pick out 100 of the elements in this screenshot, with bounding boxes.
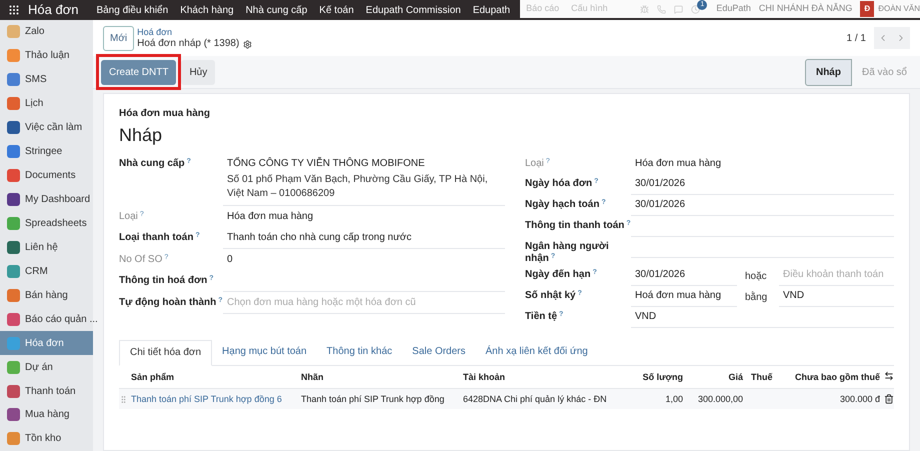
sidebar-item[interactable]: Liên hệ <box>0 235 93 260</box>
column-header[interactable]: Số lượng <box>613 371 683 383</box>
tab[interactable]: Sale Orders <box>402 340 476 365</box>
status-step[interactable]: Nháp <box>804 58 852 86</box>
field-input[interactable]: Hóa đơn mua hàng <box>223 207 505 227</box>
field-label: Nhà cung cấp $^{?}$ <box>119 158 191 169</box>
field-label: bằng <box>745 290 768 305</box>
field-label: Số nhật ký $^{?}$ <box>525 290 582 301</box>
sidebar-item[interactable]: Spreadsheets <box>0 212 93 236</box>
table-cell-text: 1,00 <box>664 393 683 405</box>
help-mark: ? <box>626 220 631 226</box>
help-mark: ? <box>218 296 223 304</box>
field-label: Thông tin hoá đơn $^{?}$ <box>119 275 214 286</box>
field-label: Ngày hạch toán $^{?}$ <box>525 199 606 210</box>
field-label: Ngày đến hạn $^{?}$ <box>525 269 597 280</box>
table-cell-text: 300.000,00 <box>696 393 743 405</box>
menu-item[interactable]: Bảng điều khiển <box>90 2 174 18</box>
tab[interactable]: Chi tiết hóa đơn <box>119 340 212 366</box>
columns-toggle-icon[interactable] <box>884 371 894 381</box>
table-cell-text: 6428DNA Chi phí quản lý khác - ĐN <box>463 393 608 405</box>
field-label: Thông tin thanh toán $^{?}$ <box>525 220 631 231</box>
column-header[interactable]: Giá <box>683 371 743 383</box>
field-label: Loại $^{?}$ <box>525 158 550 169</box>
sidebar-item[interactable]: Lịch <box>0 92 93 116</box>
next-button[interactable] <box>892 27 910 49</box>
table-cell-text: Thanh toán phí SIP Trunk hợp đồng <box>301 393 446 405</box>
tab[interactable]: Ánh xạ liên kết đối ứng <box>476 340 598 365</box>
help-mark: ? <box>550 252 556 260</box>
field-input[interactable]: 30/01/2026 <box>631 174 894 195</box>
pager: 1 / 1 <box>846 32 866 46</box>
sidebar-item[interactable]: Dự án <box>0 355 93 380</box>
sidebar-item[interactable]: Bán hàng <box>0 283 93 308</box>
sidebar-item[interactable]: Việc cần làm <box>0 116 93 140</box>
sidebar-item[interactable]: Stringee <box>0 140 93 164</box>
field-input[interactable]: 30/01/2026 <box>631 265 737 286</box>
action-button[interactable]: Create DNTT <box>101 60 176 85</box>
table-cell-text: 300.000 đ <box>838 393 880 405</box>
field-input[interactable]: TỔNG CÔNG TY VIỄN THÔNG MOBIFONE Số 01 phố Phạm Văn Bạch, Phường Cầu Giấy, TP Hà Nội, Việt Nam – 0100686209 <box>223 154 505 206</box>
sidebar-item[interactable]: Zalo <box>0 20 93 44</box>
phone-icon[interactable] <box>657 4 666 14</box>
menu-item[interactable]: Edupath <box>466 2 516 18</box>
field-input[interactable]: Thanh toán cho nhà cung cấp trong nước <box>223 228 505 249</box>
menu-item[interactable]: Edupath Commission <box>360 2 467 18</box>
column-header[interactable]: Sản phẩm <box>119 371 301 383</box>
settings-icon[interactable] <box>243 40 252 48</box>
field-label: Ngân hàng người nhận $^{?}$ <box>525 241 609 264</box>
menu-item[interactable]: Kế toán <box>313 2 360 18</box>
help-mark: ? <box>164 254 168 260</box>
help-mark: ? <box>209 274 214 282</box>
field-label: hoặc <box>745 270 768 284</box>
help-mark: ? <box>140 210 144 218</box>
drag-handle-icon[interactable] <box>119 394 128 404</box>
sidebar-item[interactable]: Hóa đơn <box>0 331 93 356</box>
sidebar-item[interactable]: SMS <box>0 68 93 92</box>
table-cell-text: Thanh toán phí SIP Trunk hợp đồng 6 <box>131 393 283 405</box>
help-mark: ? <box>594 178 598 184</box>
sidebar-item[interactable]: Tồn kho <box>0 426 93 451</box>
menu-item[interactable]: Nhà cung cấp <box>240 2 314 18</box>
form-subtitle: Hóa đơn mua hàng <box>119 108 212 120</box>
help-mark: ? <box>195 232 200 238</box>
bug-icon[interactable] <box>640 4 650 14</box>
record-title: Hoá đơn nháp (* 1398) <box>137 38 240 50</box>
menu-item[interactable]: Khách hàng <box>174 2 240 18</box>
field-input[interactable]: Hoá đơn mua hàng <box>631 286 737 307</box>
user-avatar[interactable]: Đ <box>860 1 874 17</box>
breadcrumb-link[interactable]: Hoá đơn <box>137 26 252 38</box>
previous-button[interactable] <box>874 27 892 49</box>
tab[interactable]: Hạng mục bút toán <box>212 340 317 365</box>
field-input[interactable]: VND <box>779 286 894 307</box>
chat-icon[interactable] <box>674 4 684 14</box>
new-button[interactable]: Mới <box>103 26 134 50</box>
help-mark: ? <box>186 158 191 164</box>
field-label: Loại thanh toán $^{?}$ <box>119 232 200 243</box>
field-input[interactable]: VND <box>631 307 894 328</box>
app-title[interactable]: Hóa đơn <box>28 0 78 20</box>
field-label: No Of SO $^{?}$ <box>119 254 168 265</box>
help-mark: ? <box>546 158 550 164</box>
field-input[interactable]: 0 <box>223 250 505 270</box>
apps-icon[interactable] <box>8 4 20 16</box>
table-row[interactable]: Thanh toán phí SIP Trunk hợp đồng 6 Thanh toán phí SIP Trunk hợp đồng 6428DNA Chi phí quản lý khác - ĐN 1,00 300.000,00 300.000 đ <box>119 389 894 409</box>
delete-icon[interactable] <box>884 394 894 404</box>
sidebar-item[interactable]: Thảo luận <box>0 44 93 68</box>
sidebar-item[interactable]: Documents <box>0 164 93 188</box>
sidebar-item[interactable]: My Dashboard <box>0 188 93 212</box>
field-label: Loại $^{?}$ <box>119 211 144 222</box>
field-input[interactable]: Hóa đơn mua hàng <box>631 154 894 174</box>
sidebar-item[interactable]: Mua hàng <box>0 403 93 427</box>
sidebar-item[interactable]: CRM <box>0 259 93 284</box>
help-mark: ? <box>559 310 564 318</box>
form-title: Nháp <box>119 124 164 146</box>
tab[interactable]: Thông tin khác <box>316 340 402 365</box>
column-header[interactable]: Thuế <box>743 371 788 383</box>
column-header[interactable]: Tài khoản <box>463 371 613 383</box>
activity-icon[interactable] <box>691 4 700 14</box>
action-button[interactable]: Hủy <box>181 60 216 85</box>
column-header[interactable]: Nhãn <box>301 371 463 383</box>
sidebar-item[interactable]: Thanh toán <box>0 379 93 403</box>
field-label: Tự động hoàn thành $^{?}$ <box>119 297 223 308</box>
column-header[interactable]: Chưa bao gồm thuế <box>788 371 880 383</box>
field-input[interactable]: 30/01/2026 <box>631 195 894 216</box>
